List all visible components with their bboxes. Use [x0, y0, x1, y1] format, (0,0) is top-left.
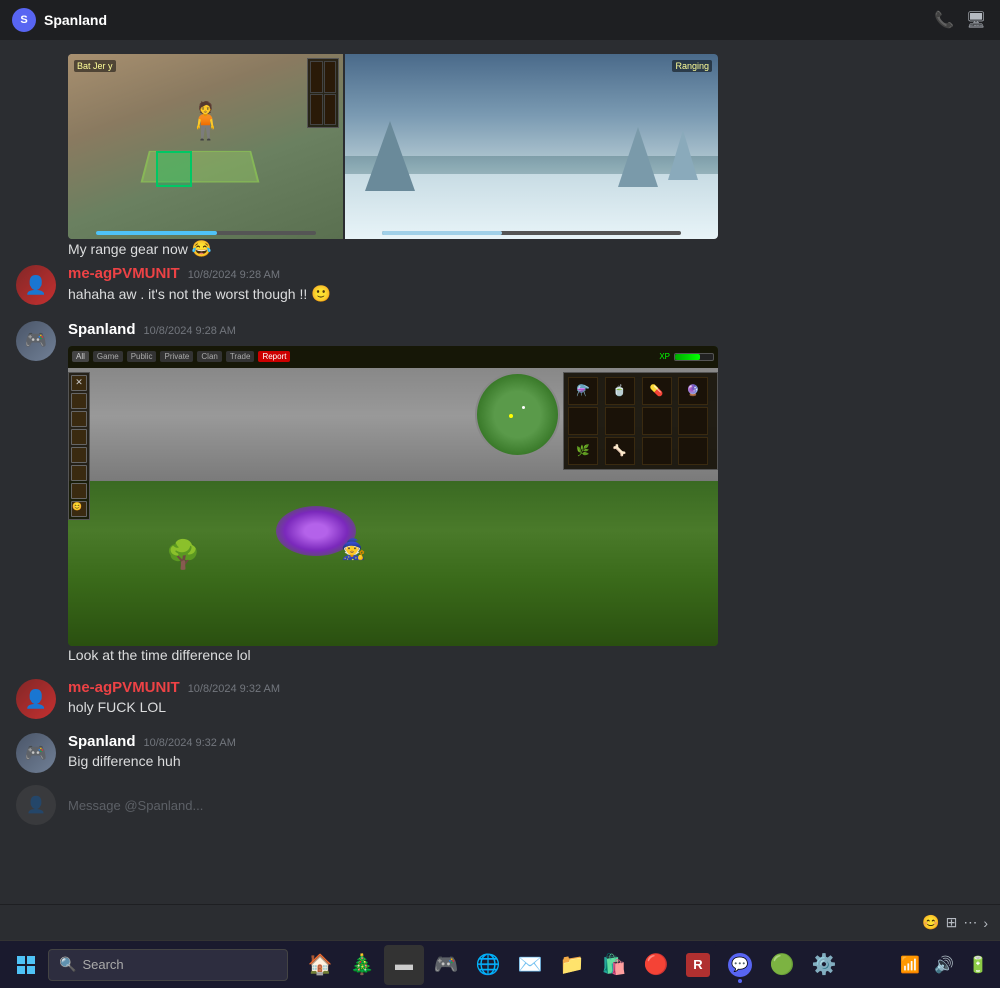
message-content-5: Spanland 10/8/2024 9:32 AM Big differenc… [68, 733, 984, 773]
emoji-icon[interactable]: 😊 [922, 914, 939, 931]
taskbar-app-chrome[interactable]: 🔴 [636, 945, 676, 985]
taskbar-app-gaming[interactable]: 🎮 [426, 945, 466, 985]
channel-name: Spanland [44, 12, 107, 28]
message-group: 🧍 Bat Jer y [16, 48, 984, 261]
message-text-4: holy FUCK LOL [68, 698, 984, 718]
timestamp-5: 10/8/2024 9:32 AM [144, 737, 236, 749]
username-me: me-agPVMUNIT [68, 265, 180, 282]
message-header-3: Spanland 10/8/2024 9:28 AM [68, 321, 984, 338]
timestamp-2: 10/8/2024 9:28 AM [188, 269, 280, 281]
taskbar-app-explorer[interactable]: 📁 [552, 945, 592, 985]
taskbar-search[interactable]: 🔍 Search [48, 949, 288, 981]
avatar-me-2: 👤 [16, 679, 56, 719]
timestamp-3: 10/8/2024 9:28 AM [144, 325, 236, 337]
avatar-spanland-2: 🎮 [16, 733, 56, 773]
volume-icon[interactable]: 🔊 [930, 951, 958, 979]
message-text-5: Big difference huh [68, 752, 984, 772]
message-content-3: Spanland 10/8/2024 9:28 AM All Game Publ… [68, 321, 984, 666]
taskbar-app-game2[interactable]: R [678, 945, 718, 985]
grid-icon[interactable]: ⊞ [946, 914, 958, 931]
username-spanland-5: Spanland [68, 733, 136, 750]
chevron-right-icon[interactable]: › [983, 915, 988, 931]
taskbar-app-mail[interactable]: ✉️ [510, 945, 550, 985]
taskbar-app-files[interactable]: ▬ [384, 945, 424, 985]
taskbar-app-edge[interactable]: 🌐 [468, 945, 508, 985]
message-header-4: me-agPVMUNIT 10/8/2024 9:32 AM [68, 679, 984, 696]
message-text-3: Look at the time difference lol [68, 646, 984, 666]
message-group-5: 🎮 Spanland 10/8/2024 9:32 AM Big differe… [16, 729, 984, 777]
message-content-4: me-agPVMUNIT 10/8/2024 9:32 AM holy FUCK… [68, 679, 984, 719]
call-icon[interactable]: 📞 [932, 8, 956, 32]
message-text-2: hahaha aw . it's not the worst though !!… [68, 284, 984, 306]
message-header-5: Spanland 10/8/2024 9:32 AM [68, 733, 984, 750]
title-bar-actions: 📞 🖥 [932, 8, 988, 32]
message-group-4: 👤 me-agPVMUNIT 10/8/2024 9:32 AM holy FU… [16, 675, 984, 723]
username-spanland-3: Spanland [68, 321, 136, 338]
taskbar-app-settings[interactable]: ⚙️ [804, 945, 844, 985]
screen-icon[interactable]: 🖥 [964, 8, 988, 32]
taskbar-right: 📶 🔊 🔋 [896, 951, 992, 979]
windows-start-button[interactable] [8, 947, 44, 983]
avatar-spanland: 🎮 [16, 321, 56, 361]
battery-icon[interactable]: 🔋 [964, 951, 992, 979]
partial-message: 👤 Message @Spanland... [16, 783, 984, 827]
message-group-2: 👤 me-agPVMUNIT 10/8/2024 9:28 AM hahaha … [16, 261, 984, 310]
channel-avatar: S [12, 8, 36, 32]
rs-screenshot: All Game Public Private Clan Trade Repor… [68, 346, 718, 646]
network-icon[interactable]: 📶 [896, 951, 924, 979]
game-screenshot-single: All Game Public Private Clan Trade Repor… [68, 346, 718, 646]
message-toolbar: 😊 ⊞ ⋯ › [0, 904, 1000, 940]
search-placeholder: Search [82, 957, 123, 972]
partial-text: Message @Spanland... [68, 798, 203, 813]
taskbar-app-discord[interactable]: 💬 [720, 945, 760, 985]
taskbar: 🔍 Search 🏠 🎄 ▬ 🎮 🌐 ✉️ 📁 🛍️ 🔴 R 💬 🟢 ⚙️ 📶 … [0, 940, 1000, 988]
partial-avatar: 👤 [16, 785, 56, 825]
game-screenshot-left: 🧍 Bat Jer y [68, 54, 343, 239]
message-group-3: 🎮 Spanland 10/8/2024 9:28 AM All Game Pu… [16, 317, 984, 670]
username-me-2: me-agPVMUNIT [68, 679, 180, 696]
more-icon[interactable]: ⋯ [963, 914, 977, 931]
message-header-2: me-agPVMUNIT 10/8/2024 9:28 AM [68, 265, 984, 282]
taskbar-app-store[interactable]: 🛍️ [594, 945, 634, 985]
taskbar-app-home[interactable]: 🏠 [300, 945, 340, 985]
message-text: My range gear now 😂 [68, 239, 984, 261]
avatar-me: 👤 [16, 265, 56, 305]
taskbar-app-spotify[interactable]: 🟢 [762, 945, 802, 985]
search-icon: 🔍 [59, 956, 76, 973]
timestamp-4: 10/8/2024 9:32 AM [188, 683, 280, 695]
title-bar-left: S Spanland [12, 8, 107, 32]
game-image-double: 🧍 Bat Jer y [68, 54, 718, 239]
title-bar: S Spanland 📞 🖥 [0, 0, 1000, 40]
chat-area: 🧍 Bat Jer y [0, 40, 1000, 904]
message-content-2: me-agPVMUNIT 10/8/2024 9:28 AM hahaha aw… [68, 265, 984, 306]
game-screenshot-right: Ranging [345, 54, 718, 239]
taskbar-app-seasonal[interactable]: 🎄 [342, 945, 382, 985]
taskbar-apps: 🏠 🎄 ▬ 🎮 🌐 ✉️ 📁 🛍️ 🔴 R 💬 🟢 ⚙️ [300, 945, 892, 985]
